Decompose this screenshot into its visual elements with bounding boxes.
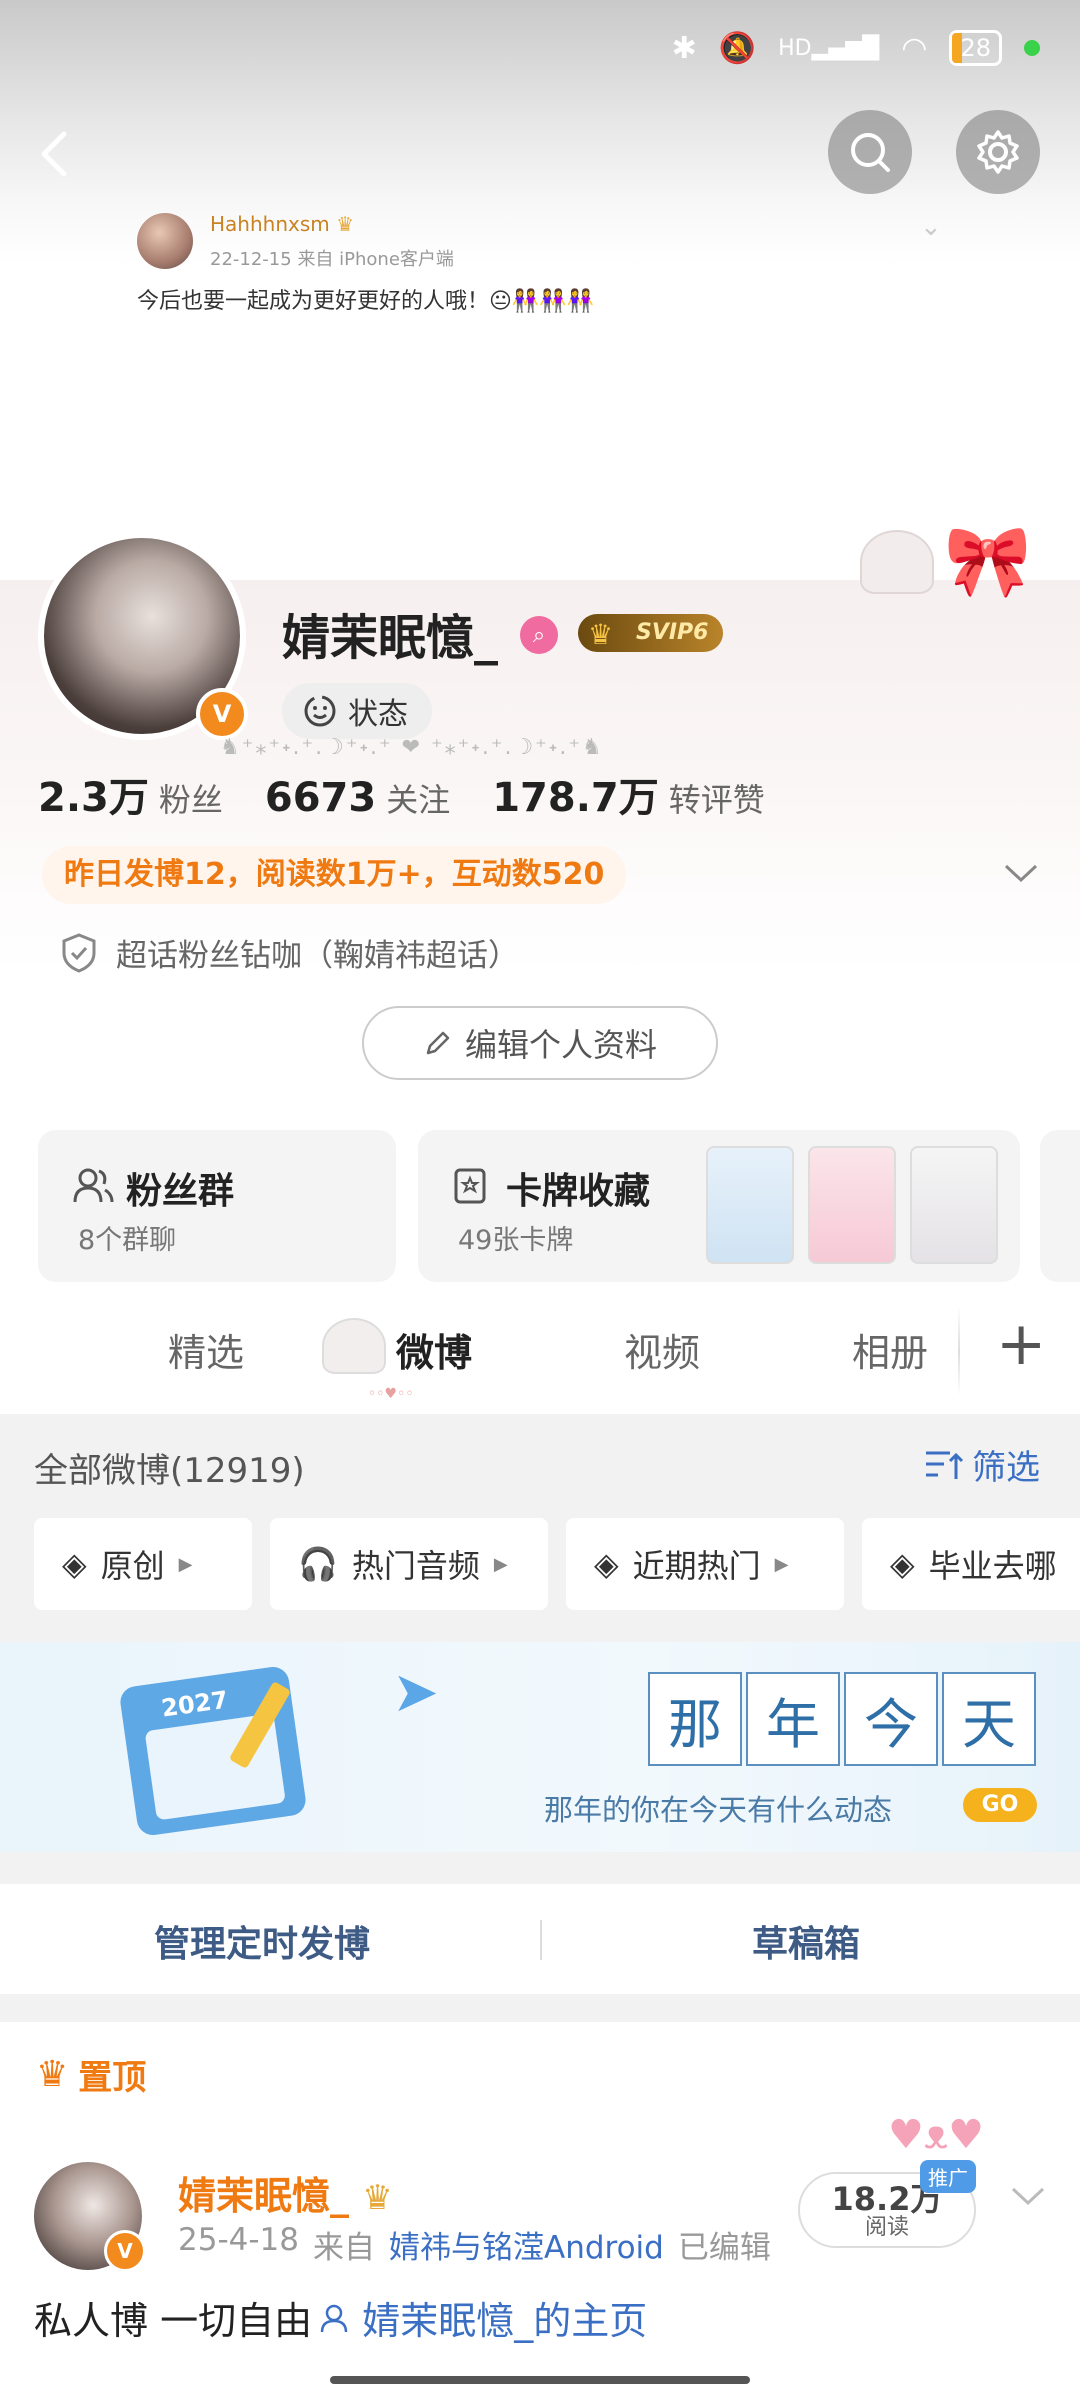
post-source-link[interactable]: 婧祎与铭滢Android [389, 2222, 664, 2267]
card-thumbnail [706, 1146, 794, 1264]
post-author-name[interactable]: 婧茉眠憶_ ♛ [178, 2165, 393, 2220]
bluetooth-icon: ✱ [671, 30, 697, 66]
tab-weibo[interactable]: 微博 [396, 1322, 472, 1377]
svip-badge[interactable]: ♛ SVIP6 [578, 614, 723, 652]
caret-right-icon: ▶ [774, 1553, 789, 1575]
paper-plane-icon: ➤ [392, 1660, 439, 1725]
edit-profile-button[interactable]: 编辑个人资料 [362, 1006, 718, 1080]
chevron-down-icon: ⌄ [920, 212, 942, 242]
crown-icon: ♛ [336, 212, 355, 236]
tab-featured[interactable]: 精选 [168, 1322, 244, 1377]
verified-badge: V [196, 688, 248, 740]
shield-check-icon [62, 932, 96, 973]
cover-post-author: Hahhhnxsm ♛ [210, 212, 355, 236]
decorative-divider: ♞⁺⁎⁺˖.⁺.☽⁺˖.⁺ ❤ ⁺⁎⁺˖.⁺.☽⁺˖.⁺♞ [220, 735, 604, 760]
profile-stats: 2.3万 粉丝 6673 关注 178.7万 转评赞 [38, 765, 765, 823]
cover-post-avatar [137, 213, 193, 269]
post-menu-chevron-icon[interactable] [1010, 2186, 1046, 2212]
status-bar: ✱ 🔕 HD▂▄▆█ ◠ 28 [672, 30, 1040, 66]
layers-icon: ◈ [890, 1545, 915, 1583]
filter-button[interactable]: 筛选 [924, 1440, 1040, 1489]
card-thumbnail [808, 1146, 896, 1264]
tab-album[interactable]: 相册 [852, 1322, 928, 1377]
pinned-label: ♛ 置顶 [36, 2054, 147, 2098]
status-button[interactable]: 状态 [282, 683, 432, 739]
scheduled-posts-button[interactable]: 管理定时发博 [154, 1915, 370, 1967]
more-card-peek[interactable] [1040, 1130, 1080, 1282]
add-tab-button[interactable]: + [996, 1314, 1046, 1374]
all-weibo-count: 全部微博(12919) [34, 1451, 305, 1491]
search-icon [851, 133, 890, 172]
tab-divider [958, 1306, 960, 1396]
promote-badge[interactable]: 推广 [920, 2160, 976, 2193]
banner-go-button[interactable]: GO [963, 1788, 1037, 1822]
signal-icon: HD▂▄▆█ [778, 35, 880, 61]
user-icon [320, 2304, 348, 2333]
crown-icon: ♛ [36, 2054, 69, 2095]
search-button[interactable] [828, 110, 912, 194]
cover-post-meta: 22-12-15 来自 iPhone客户端 [210, 249, 454, 270]
drafts-button[interactable]: 草稿箱 [752, 1915, 860, 1967]
crown-icon: ♛ [588, 618, 614, 651]
battery-indicator: 28 [949, 30, 1002, 66]
supertopic-fan-level[interactable]: 超话粉丝钻咖（鞠婧祎超话） [60, 930, 519, 975]
card-collection-title: 卡牌收藏 [506, 1171, 651, 1212]
card-collection-count: 49张卡牌 [458, 1225, 574, 1256]
fans-group-count: 8个群聊 [78, 1225, 177, 1256]
settings-button[interactable] [956, 110, 1040, 194]
likes-stat[interactable]: 178.7万 转评赞 [492, 765, 765, 823]
layers-icon: ◈ [594, 1545, 619, 1583]
filter-chip-recent-hot[interactable]: ◈ 近期热门 ▶ [566, 1518, 844, 1610]
banner-char-box: 年 [746, 1672, 840, 1766]
fans-group-title: 粉丝群 [126, 1171, 235, 1212]
shell-tab-icon [322, 1318, 386, 1374]
fans-stat[interactable]: 2.3万 粉丝 [38, 765, 223, 823]
post-text: 私人博 一切自由 婧茉眠憶_的主页 [34, 2290, 647, 2345]
wifi-icon: ◠ [901, 30, 928, 66]
bow-decoration: 🎀 [944, 520, 1032, 602]
banner-char-box: 那 [648, 1672, 742, 1766]
crown-badge-icon: ♛ [362, 2178, 393, 2218]
smiley-status-icon [304, 695, 336, 727]
filter-icon [926, 1451, 964, 1479]
tab-video[interactable]: 视频 [624, 1322, 700, 1377]
layers-icon: ◈ [62, 1545, 87, 1583]
headphones-icon: 🎧 [298, 1545, 338, 1583]
group-people-icon [73, 1168, 114, 1203]
caret-right-icon: ▶ [178, 1553, 193, 1575]
home-indicator[interactable] [330, 2376, 750, 2384]
filter-chip-graduation[interactable]: ◈ 毕业去哪 [862, 1518, 1080, 1610]
cover-post-text: 今后也要一起成为更好更好的人哦！😐👭👭👭 [137, 289, 595, 314]
superfan-search-icon[interactable]: ⌕ [520, 616, 558, 654]
gear-icon [977, 130, 1019, 174]
caret-right-icon: ▶ [493, 1553, 508, 1575]
manage-divider [540, 1920, 542, 1960]
camera-indicator-dot [1024, 40, 1040, 56]
verified-badge: V [104, 2230, 146, 2272]
mute-icon: 🔕 [718, 30, 757, 66]
pencil-icon [426, 1031, 450, 1055]
profile-username: 婧茉眠憶_ [282, 610, 499, 666]
following-stat[interactable]: 6673 关注 [265, 775, 450, 821]
filter-chip-hot-audio[interactable]: 🎧 热门音频 ▶ [270, 1518, 548, 1610]
card-thumbnail [910, 1146, 998, 1264]
banner-char-box: 天 [942, 1672, 1036, 1766]
banner-subtitle: 那年的你在今天有什么动态 [544, 1793, 893, 1827]
filter-chip-original[interactable]: ◈ 原创 ▶ [34, 1518, 252, 1610]
post-meta: 25-4-18 来自 婧祎与铭滢Android 已编辑 [178, 2222, 771, 2267]
yesterday-activity-summary[interactable]: 昨日发博12，阅读数1万+，互动数520 [42, 846, 627, 904]
bear-sticker-icon: ♥ᴥ♥ [888, 2112, 984, 2158]
back-button[interactable] [26, 124, 86, 184]
banner-char-box: 今 [844, 1672, 938, 1766]
card-star-icon [454, 1168, 486, 1204]
profile-link[interactable]: 婧茉眠憶_的主页 [318, 2290, 647, 2345]
back-arrow-icon [41, 131, 67, 177]
shell-decoration [860, 530, 934, 594]
active-tab-indicator: ◦◦♥◦◦ [368, 1386, 414, 1402]
expand-chevron-icon[interactable] [1002, 862, 1040, 890]
